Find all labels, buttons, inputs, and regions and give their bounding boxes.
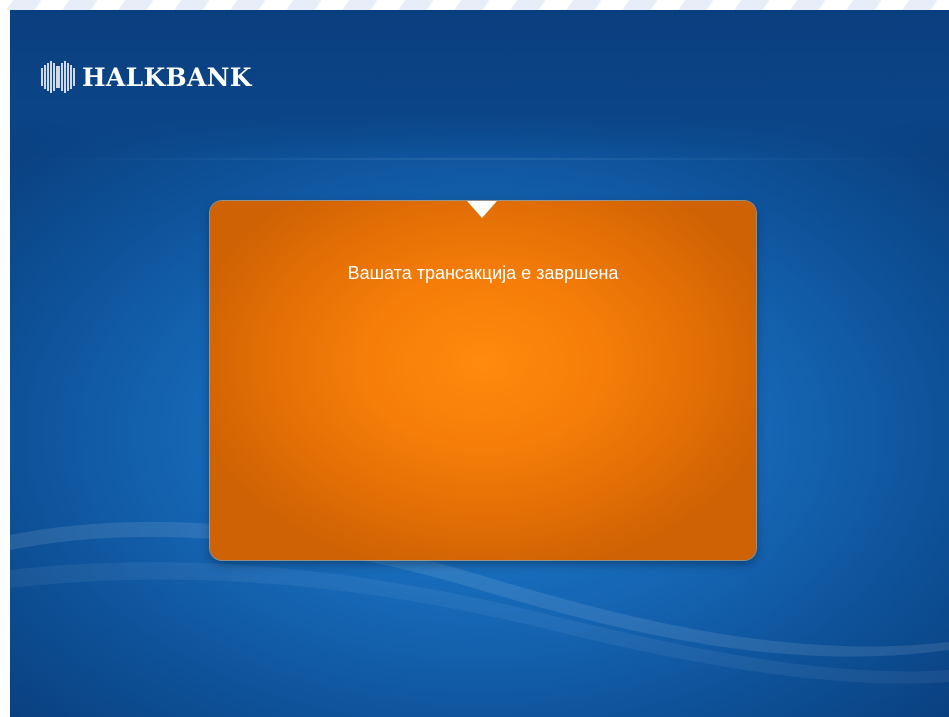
border-stripe bbox=[114, 0, 158, 10]
transaction-complete-message: Вашата трансакција е завршена bbox=[347, 263, 619, 283]
border-stripe bbox=[450, 0, 494, 10]
border-stripe bbox=[730, 0, 774, 10]
atm-screen: HALKBANK Вашата трансакција е завршена bbox=[10, 10, 949, 717]
border-stripe bbox=[506, 0, 550, 10]
border-stripe bbox=[898, 0, 942, 10]
border-stripe bbox=[282, 0, 326, 10]
border-stripe bbox=[338, 0, 382, 10]
halkbank-logo-icon bbox=[41, 61, 75, 93]
border-stripe bbox=[842, 0, 886, 10]
border-stripe bbox=[786, 0, 830, 10]
brand-name: HALKBANK bbox=[82, 62, 252, 92]
brand-logo: HALKBANK bbox=[40, 60, 252, 94]
border-stripe bbox=[58, 0, 102, 10]
message-panel: Вашата трансакција е завршена bbox=[210, 201, 756, 560]
border-stripe bbox=[170, 0, 214, 10]
border-stripe bbox=[2, 0, 46, 10]
border-stripe bbox=[562, 0, 606, 10]
border-stripe bbox=[394, 0, 438, 10]
border-stripe bbox=[674, 0, 718, 10]
border-stripe bbox=[226, 0, 270, 10]
top-border-stripes bbox=[0, 0, 949, 10]
border-stripe bbox=[618, 0, 662, 10]
panel-notch-indicator bbox=[467, 201, 497, 218]
